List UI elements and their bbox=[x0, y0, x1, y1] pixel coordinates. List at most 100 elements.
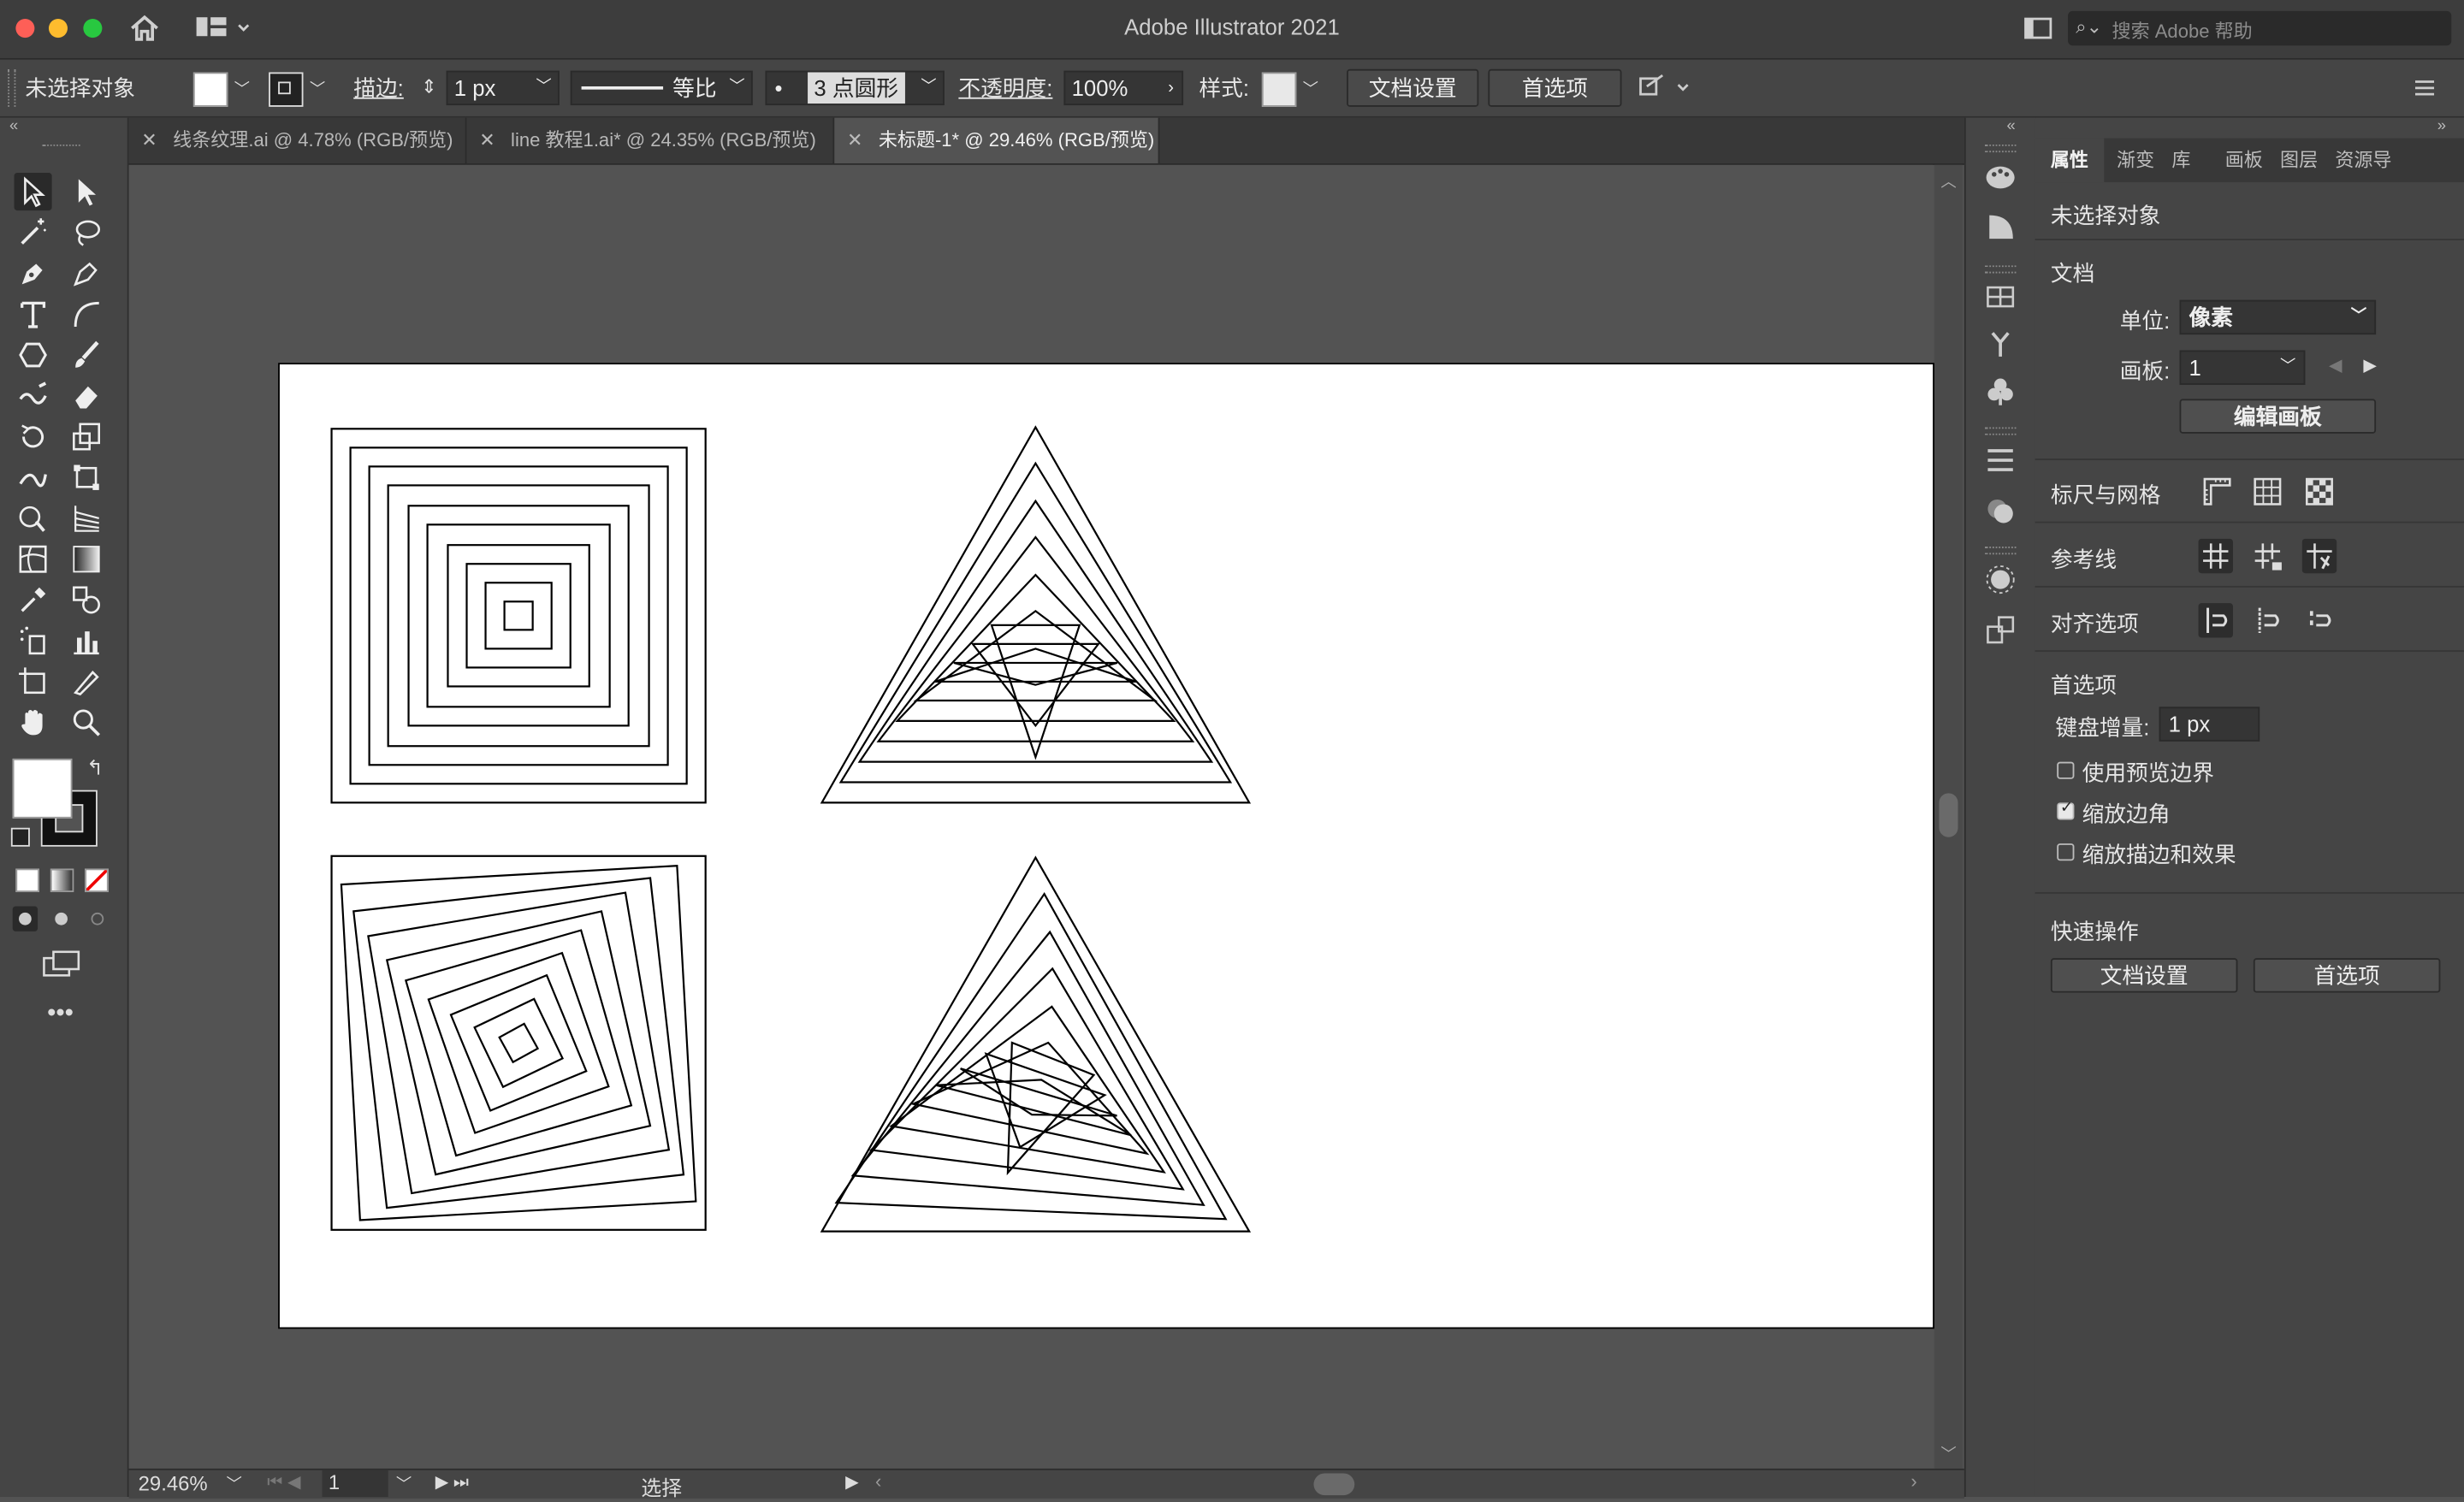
square-outline[interactable] bbox=[449, 973, 588, 1112]
draw-normal-icon[interactable] bbox=[12, 906, 38, 931]
vertical-scrollbar[interactable]: ︿ ﹀ bbox=[1934, 164, 1964, 1469]
triangle-outline[interactable] bbox=[820, 425, 1252, 804]
panel-grip[interactable] bbox=[1984, 265, 2017, 274]
tab-document-2[interactable]: ✕ line 教程1.ai* @ 24.35% (RGB/预览) bbox=[466, 117, 835, 163]
triangle-outline[interactable] bbox=[838, 461, 1233, 784]
color-guide-icon[interactable] bbox=[1985, 210, 2017, 242]
chevron-down-icon[interactable]: ﹀ bbox=[310, 75, 325, 98]
triangle-outline[interactable] bbox=[820, 855, 1252, 1233]
panel-grip[interactable] bbox=[1984, 144, 2017, 153]
tab-artboards[interactable]: 画板 bbox=[2225, 139, 2263, 182]
square-outline[interactable] bbox=[330, 854, 707, 1231]
shaper-tool-icon[interactable] bbox=[15, 377, 52, 415]
preferences-button[interactable]: 首选项 bbox=[1488, 68, 1622, 107]
grid-icon[interactable] bbox=[2250, 475, 2284, 509]
chevron-down-icon[interactable]: ﹀ bbox=[226, 1470, 241, 1493]
horizontal-scroll-thumb[interactable] bbox=[1313, 1473, 1355, 1496]
artwork[interactable] bbox=[280, 364, 1933, 1328]
stroke-label[interactable]: 描边: bbox=[353, 72, 404, 103]
draw-behind-icon[interactable] bbox=[49, 907, 74, 931]
concentric-triangles[interactable] bbox=[820, 425, 1252, 804]
snap-to-glyph-icon[interactable] bbox=[2302, 603, 2337, 637]
quick-document-setup-button[interactable]: 文档设置 bbox=[2050, 958, 2238, 993]
square-outline[interactable] bbox=[498, 1022, 540, 1064]
square-outline[interactable] bbox=[484, 582, 553, 650]
square-outline[interactable] bbox=[385, 910, 652, 1176]
lasso-tool-icon[interactable] bbox=[68, 214, 105, 251]
square-outline[interactable] bbox=[349, 446, 688, 785]
square-outline[interactable] bbox=[352, 877, 685, 1209]
arc-tool-icon[interactable] bbox=[68, 295, 105, 333]
triangle-outline[interactable] bbox=[857, 499, 1214, 763]
quick-preferences-button[interactable]: 首选项 bbox=[2253, 958, 2441, 993]
curvature-tool-icon[interactable] bbox=[68, 254, 105, 292]
collapse-icon[interactable]: « bbox=[9, 118, 18, 135]
lock-guides-icon[interactable] bbox=[2250, 539, 2284, 573]
scale-strokes-checkbox[interactable] bbox=[2057, 843, 2075, 861]
tab-gradient[interactable]: 渐变 bbox=[2117, 139, 2154, 182]
help-search-field[interactable]: ⌕⌄ 搜索 Adobe 帮助 bbox=[2068, 10, 2452, 46]
preview-bounds-checkbox[interactable] bbox=[2057, 761, 2075, 779]
fill-swatch[interactable] bbox=[192, 72, 228, 107]
blend-tool-icon[interactable] bbox=[68, 581, 105, 618]
column-graph-tool-icon[interactable] bbox=[68, 622, 105, 659]
tab-document-3[interactable]: ✕ 未标题-1* @ 29.46% (RGB/预览) bbox=[834, 117, 1160, 163]
next-artboard-icon[interactable]: ▶ bbox=[2363, 355, 2377, 376]
scroll-left-icon[interactable]: ‹ bbox=[875, 1470, 881, 1493]
square-outline[interactable] bbox=[447, 544, 590, 688]
stroke-panel-icon[interactable] bbox=[1985, 445, 2017, 476]
graphic-styles-icon[interactable] bbox=[1985, 614, 2017, 646]
panel-grip[interactable] bbox=[1984, 427, 2017, 435]
eyedropper-tool-icon[interactable] bbox=[15, 581, 52, 618]
close-tab-icon[interactable]: ✕ bbox=[141, 129, 157, 151]
chevron-down-icon[interactable]: ﹀ bbox=[396, 1470, 412, 1493]
close-tab-icon[interactable]: ✕ bbox=[847, 129, 862, 151]
free-transform-tool-icon[interactable] bbox=[68, 458, 105, 496]
paintbrush-tool-icon[interactable] bbox=[68, 336, 105, 374]
stepper-icon[interactable]: ⇕ bbox=[421, 75, 436, 98]
pen-tool-icon[interactable] bbox=[15, 254, 52, 292]
scroll-down-icon[interactable]: ﹀ bbox=[1940, 1440, 1956, 1464]
more-tools-icon[interactable]: ••• bbox=[47, 1001, 74, 1029]
square-outline[interactable] bbox=[367, 891, 671, 1195]
artboard-number-field[interactable]: 1 bbox=[322, 1469, 388, 1497]
panel-menu-icon[interactable] bbox=[2414, 79, 2436, 98]
color-mode-icon[interactable] bbox=[15, 868, 39, 893]
artboard-select[interactable]: 1 ﹀ bbox=[2179, 350, 2306, 385]
scroll-up-icon[interactable]: ︿ bbox=[1940, 168, 1956, 192]
scroll-thumb[interactable] bbox=[1939, 793, 1958, 837]
tab-document-1[interactable]: ✕ 线条纹理.ai @ 4.78% (RGB/预览) bbox=[129, 117, 467, 163]
square-outline[interactable] bbox=[368, 465, 669, 766]
ruler-icon[interactable] bbox=[2200, 475, 2234, 509]
draw-inside-icon[interactable] bbox=[85, 907, 110, 931]
tab-properties[interactable]: 属性 bbox=[2035, 138, 2105, 183]
rotate-tool-icon[interactable] bbox=[15, 417, 52, 455]
mesh-tool-icon[interactable] bbox=[15, 541, 52, 578]
screen-mode-icon[interactable] bbox=[41, 949, 82, 980]
status-menu-icon[interactable]: ▶ bbox=[845, 1472, 859, 1492]
scale-tool-icon[interactable] bbox=[68, 417, 105, 455]
snap-to-point-icon[interactable] bbox=[2198, 603, 2233, 638]
appearance-icon[interactable] bbox=[1985, 564, 2017, 595]
perspective-grid-tool-icon[interactable] bbox=[68, 500, 105, 537]
selection-tool-icon[interactable] bbox=[14, 172, 52, 211]
stroke-swatch[interactable] bbox=[269, 72, 304, 107]
square-outline[interactable] bbox=[404, 929, 633, 1157]
zoom-level[interactable]: 29.46% bbox=[139, 1472, 208, 1496]
square-outline[interactable] bbox=[340, 864, 697, 1221]
swap-colors-icon[interactable]: ↰ bbox=[86, 755, 104, 780]
scale-corners-checkbox[interactable]: ✓ bbox=[2057, 800, 2075, 820]
next-artboard-icon[interactable]: ▶ ⏭ bbox=[435, 1472, 469, 1494]
show-guides-icon[interactable] bbox=[2198, 538, 2233, 574]
artboard[interactable] bbox=[279, 364, 1934, 1328]
square-outline[interactable] bbox=[473, 997, 565, 1089]
scroll-right-icon[interactable]: › bbox=[1910, 1470, 1916, 1493]
gradient-mode-icon[interactable] bbox=[50, 868, 74, 893]
stroke-weight-field[interactable]: 1 px ﹀ bbox=[446, 70, 560, 106]
toolbar-grip[interactable] bbox=[42, 144, 80, 150]
symbols-icon[interactable] bbox=[1985, 376, 2017, 407]
units-dropdown[interactable]: 像素 ﹀ bbox=[2179, 299, 2377, 335]
close-tab-icon[interactable]: ✕ bbox=[479, 129, 495, 151]
triangle-outline[interactable] bbox=[868, 949, 1208, 1191]
triangle-outline[interactable] bbox=[889, 984, 1188, 1174]
